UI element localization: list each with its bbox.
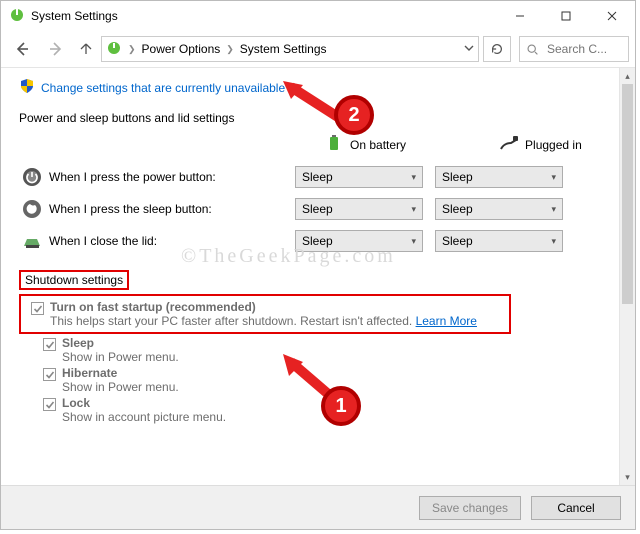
minimize-button[interactable] — [497, 1, 543, 31]
back-button[interactable] — [7, 34, 37, 64]
shutdown-settings-heading: Shutdown settings — [19, 270, 129, 290]
up-button[interactable] — [75, 34, 97, 64]
breadcrumb-system-settings[interactable]: System Settings — [240, 42, 327, 56]
lid-icon — [19, 230, 45, 252]
learn-more-link[interactable]: Learn More — [416, 314, 477, 328]
checkbox-checked-icon — [43, 398, 56, 411]
fast-startup-title: Turn on fast startup (recommended) — [50, 300, 477, 314]
chevron-down-icon: ▾ — [551, 236, 556, 247]
uac-shield-icon — [19, 78, 35, 97]
power-plugged-select[interactable]: Sleep▾ — [435, 166, 563, 188]
row-sleep-label: When I press the sleep button: — [45, 202, 295, 216]
cancel-button[interactable]: Cancel — [531, 496, 621, 520]
chevron-down-icon: ▾ — [411, 204, 416, 215]
power-button-icon — [19, 166, 45, 188]
scroll-down-icon[interactable]: ▾ — [620, 469, 635, 485]
hibernate-desc: Show in Power menu. — [62, 380, 179, 394]
sleep-button-icon — [19, 198, 45, 220]
chevron-down-icon: ▾ — [551, 204, 556, 215]
vertical-scrollbar[interactable]: ▴ ▾ — [619, 68, 635, 485]
refresh-button[interactable] — [483, 36, 511, 62]
lid-plugged-select[interactable]: Sleep▾ — [435, 230, 563, 252]
power-options-icon — [9, 7, 25, 26]
lid-battery-select[interactable]: Sleep▾ — [295, 230, 423, 252]
sleep-plugged-select[interactable]: Sleep▾ — [435, 198, 563, 220]
close-button[interactable] — [589, 1, 635, 31]
chevron-right-icon: ❯ — [224, 44, 236, 55]
battery-icon — [324, 133, 344, 156]
forward-button[interactable] — [41, 34, 71, 64]
window-title: System Settings — [31, 9, 118, 23]
scrollbar-thumb[interactable] — [622, 84, 633, 304]
power-battery-select[interactable]: Sleep▾ — [295, 166, 423, 188]
col-on-battery: On battery — [350, 138, 406, 152]
chevron-down-icon: ▾ — [411, 172, 416, 183]
chevron-down-icon: ▾ — [551, 172, 556, 183]
change-settings-link[interactable]: Change settings that are currently unava… — [41, 81, 285, 95]
lock-title: Lock — [62, 396, 226, 410]
checkbox-checked-icon — [31, 302, 44, 315]
row-lid-label: When I close the lid: — [45, 234, 295, 248]
hibernate-title: Hibernate — [62, 366, 179, 380]
sleep-battery-select[interactable]: Sleep▾ — [295, 198, 423, 220]
chevron-down-icon: ▾ — [411, 236, 416, 247]
checkbox-checked-icon — [43, 338, 56, 351]
breadcrumb[interactable]: ❯ Power Options ❯ System Settings — [101, 36, 479, 62]
plug-icon — [499, 133, 519, 156]
save-button[interactable]: Save changes — [419, 496, 521, 520]
search-box[interactable] — [519, 36, 629, 62]
breadcrumb-dropdown-icon[interactable] — [464, 42, 474, 56]
chevron-right-icon: ❯ — [126, 44, 138, 55]
col-plugged-in: Plugged in — [525, 138, 582, 152]
scroll-up-icon[interactable]: ▴ — [620, 68, 635, 84]
fast-startup-desc: This helps start your PC faster after sh… — [50, 314, 416, 328]
sleep-desc: Show in Power menu. — [62, 350, 179, 364]
fast-startup-option: Turn on fast startup (recommended) This … — [31, 300, 499, 328]
search-input[interactable] — [545, 41, 615, 57]
breadcrumb-power-options[interactable]: Power Options — [142, 42, 221, 56]
row-power-label: When I press the power button: — [45, 170, 295, 184]
lock-desc: Show in account picture menu. — [62, 410, 226, 424]
annotation-badge-1: 1 — [321, 386, 361, 426]
search-icon — [526, 43, 539, 56]
sleep-title: Sleep — [62, 336, 179, 350]
power-options-icon — [106, 40, 122, 59]
maximize-button[interactable] — [543, 1, 589, 31]
checkbox-checked-icon — [43, 368, 56, 381]
annotation-badge-2: 2 — [334, 95, 374, 135]
